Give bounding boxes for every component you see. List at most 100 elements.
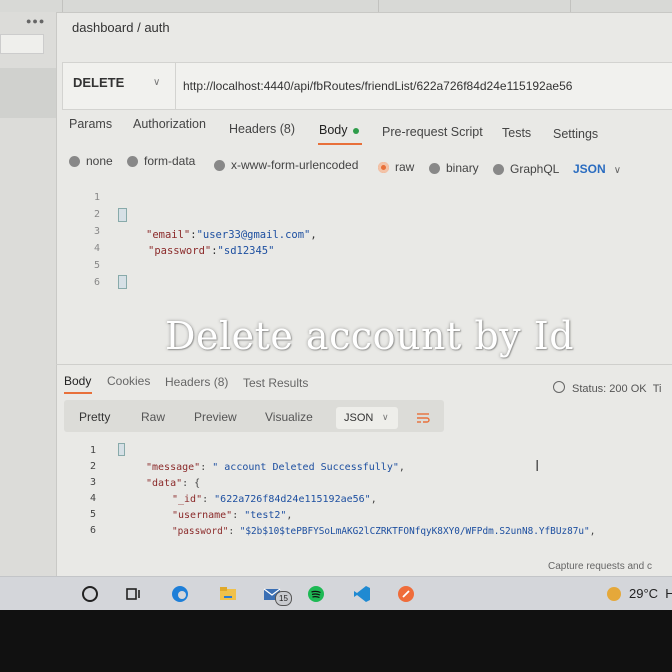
line-number: 2 xyxy=(93,209,100,220)
response-line-password: "password": "$2b$10$tePBFYSoLmAKG2lCZRKT… xyxy=(172,526,596,537)
radio-form-data[interactable]: form-data xyxy=(127,154,195,168)
top-strip xyxy=(0,0,672,13)
response-tab-headers[interactable]: Headers (8) xyxy=(165,375,228,389)
response-tab-test-results[interactable]: Test Results xyxy=(243,376,308,390)
line-number: 3 xyxy=(90,477,97,488)
line-number: 2 xyxy=(90,461,97,472)
monitor-bezel xyxy=(0,610,672,672)
tab-headers[interactable]: Headers (8) xyxy=(229,122,295,136)
vscode-icon[interactable] xyxy=(352,584,372,604)
taskbar xyxy=(0,576,672,611)
tab-params[interactable]: Params xyxy=(69,117,112,131)
radio-icon xyxy=(214,159,225,171)
radio-urlencoded[interactable]: x-www-form-urlencoded xyxy=(214,158,358,172)
radio-icon xyxy=(493,163,504,175)
json-value: "sd12345" xyxy=(217,245,275,257)
postman-icon[interactable] xyxy=(396,584,416,604)
radio-binary[interactable]: binary xyxy=(429,161,479,175)
json-key: "username" xyxy=(172,510,233,521)
response-format-select[interactable]: JSON ∨ xyxy=(336,407,398,429)
wrap-lines-icon[interactable] xyxy=(416,412,430,424)
line-number: 1 xyxy=(90,445,97,456)
radio-icon xyxy=(69,155,80,167)
json-value: "user33@gmail.com" xyxy=(196,229,311,241)
line-number: 6 xyxy=(93,277,100,288)
view-tab-visualize[interactable]: Visualize xyxy=(265,410,313,424)
globe-icon xyxy=(553,381,565,393)
json-value: " account Deleted Successfully" xyxy=(212,462,399,473)
video-caption: Delete account by Id xyxy=(165,314,575,358)
response-line-message: "message": " account Deleted Successfull… xyxy=(146,462,405,473)
json-key: "email" xyxy=(146,229,191,241)
view-tab-pretty[interactable]: Pretty xyxy=(79,410,110,424)
method-select[interactable]: DELETE ∨ xyxy=(63,63,176,109)
line-number: 5 xyxy=(93,260,100,271)
json-value: "622a726f84d24e115192ae56" xyxy=(214,494,371,505)
body-format-select[interactable]: JSON ∨ xyxy=(573,162,621,176)
start-circle-icon[interactable] xyxy=(80,584,100,604)
radio-selected-icon xyxy=(378,161,389,173)
task-view-icon[interactable] xyxy=(124,584,144,604)
status-text: Status: 200 OK xyxy=(572,383,647,395)
view-tab-preview[interactable]: Preview xyxy=(194,410,237,424)
request-bar: DELETE ∨ xyxy=(62,62,672,110)
view-tab-raw[interactable]: Raw xyxy=(141,410,165,424)
breadcrumb-current[interactable]: auth xyxy=(144,20,169,35)
response-body-underline xyxy=(64,392,92,394)
response-format-label: JSON xyxy=(344,412,374,424)
line-number: 5 xyxy=(90,509,97,520)
json-key: "password" xyxy=(148,245,212,257)
code-line-email: "email":"user33@gmail.com", xyxy=(146,229,317,241)
method-label: DELETE xyxy=(73,75,125,90)
response-line-data: "data": { xyxy=(146,478,201,489)
response-tab-body[interactable]: Body xyxy=(64,374,91,388)
capture-requests-link[interactable]: Capture requests and c xyxy=(548,561,652,572)
response-tab-cookies[interactable]: Cookies xyxy=(107,374,150,388)
radio-none[interactable]: none xyxy=(69,154,113,168)
chevron-down-icon: ∨ xyxy=(382,412,389,422)
tab-settings[interactable]: Settings xyxy=(553,127,598,141)
request-body-editor[interactable]: 1 2 3 4 5 6 "email":"user33@gmail.com", … xyxy=(80,186,672,296)
radio-icon xyxy=(429,162,440,174)
more-icon[interactable]: ●●● xyxy=(26,16,45,26)
radio-label: none xyxy=(86,154,113,168)
radio-raw[interactable]: raw xyxy=(378,160,414,174)
radio-label: binary xyxy=(446,161,479,175)
chevron-down-icon: ∨ xyxy=(153,77,161,88)
radio-graphql[interactable]: GraphQL xyxy=(493,162,559,176)
line-number: 6 xyxy=(90,525,97,536)
tab-pre-request-script[interactable]: Pre-request Script xyxy=(382,125,483,139)
body-format-label: JSON xyxy=(573,162,606,176)
weather-temp: 29°C xyxy=(629,586,659,601)
chevron-down-icon: ∨ xyxy=(613,165,622,176)
json-key: "_id" xyxy=(172,494,203,505)
line-number: 3 xyxy=(93,226,100,237)
url-input[interactable] xyxy=(183,79,663,93)
file-explorer-icon[interactable] xyxy=(218,584,238,604)
response-line-username: "username": "test2", xyxy=(172,510,293,521)
tab-body[interactable]: Body xyxy=(319,123,359,137)
json-value: "$2b$10$tePBFYSoLmAKG2lCZRKTFONfqyK8XY0/… xyxy=(239,526,590,537)
radio-label: GraphQL xyxy=(510,162,560,176)
json-key: "password" xyxy=(172,526,229,537)
json-value: "test2" xyxy=(244,510,287,521)
tab-tests[interactable]: Tests xyxy=(502,126,531,140)
response-line-id: "_id": "622a726f84d24e115192ae56", xyxy=(172,494,377,505)
json-key: "data" xyxy=(146,478,183,489)
radio-label: form-data xyxy=(144,154,196,168)
sidebar-field[interactable] xyxy=(0,34,44,54)
response-status: Status: 200 OK Ti xyxy=(553,381,662,395)
line-number: 4 xyxy=(93,243,100,254)
open-brace-marker-icon xyxy=(118,208,127,222)
edge-browser-icon[interactable] xyxy=(170,584,190,604)
tab-authorization[interactable]: Authorization xyxy=(133,117,206,131)
sun-icon xyxy=(607,586,621,601)
breadcrumb-parent[interactable]: dashboard xyxy=(72,20,133,35)
body-active-dot-icon xyxy=(352,127,359,134)
spotify-icon[interactable] xyxy=(306,584,326,604)
radio-icon xyxy=(127,155,138,167)
sidebar-selected-item[interactable] xyxy=(0,68,56,118)
response-divider xyxy=(56,364,672,365)
weather-widget[interactable]: 29°C H xyxy=(607,586,672,601)
line-number: 1 xyxy=(93,192,100,203)
